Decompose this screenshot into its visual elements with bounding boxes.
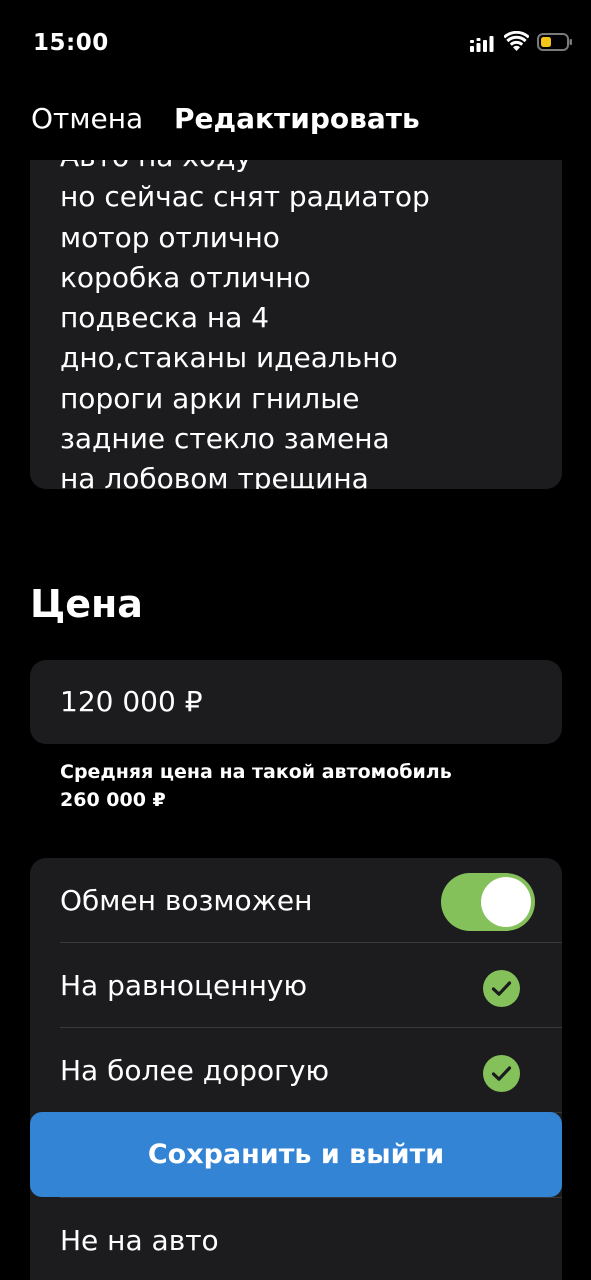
exchange-toggle-label: Обмен возможен [60,884,313,917]
description-line: коробка отлично [60,260,311,294]
price-heading: Цена [30,582,143,626]
description-line: на лобовом трещина [60,462,369,489]
save-and-exit-button[interactable]: Сохранить и выйти [30,1112,562,1197]
cancel-button[interactable]: Отмена [31,102,143,135]
option-label: На равноценную [60,969,308,1002]
price-value: 120 000 ₽ [60,685,203,718]
nav-bar: Отмена Редактировать [0,100,591,144]
option-label: Не на авто [60,1224,219,1257]
exchange-options: Обмен возможен На равноценную На более д… [30,858,562,1280]
description-textarea[interactable]: Авто на ходу но сейчас снят радиатор мот… [30,160,562,489]
cellular-signal-icon [470,36,494,52]
wifi-icon [504,31,529,51]
checkmark-icon [483,970,520,1007]
option-equal-value[interactable]: На равноценную [30,943,562,1028]
status-time: 15:00 [33,30,109,56]
average-price-label: Средняя цена на такой автомобиль [60,761,452,783]
description-line: пороги арки гнилые [60,381,360,415]
description-line: подвеска на 4 [60,301,270,335]
option-not-car[interactable]: Не на авто [30,1198,562,1280]
page-title: Редактировать [174,102,420,135]
status-bar: 15:00 [0,0,591,90]
exchange-toggle[interactable] [441,873,535,931]
toggle-knob [481,877,531,927]
average-price-value: 260 000 ₽ [60,789,166,811]
description-line: мотор отлично [60,220,280,254]
description-line: но сейчас снят радиатор [60,180,430,214]
checkmark-icon [483,1055,520,1092]
option-label: На более дорогую [60,1054,330,1087]
description-line: дно,стаканы идеально [60,341,398,375]
price-input[interactable]: 120 000 ₽ [30,660,562,744]
description-line: Авто на ходу [60,160,430,177]
description-line: задние стекло замена [60,422,390,456]
average-price-note: Средняя цена на такой автомобиль 260 000… [60,758,452,814]
option-more-expensive[interactable]: На более дорогую [30,1028,562,1113]
battery-icon [537,33,572,51]
description-text: Авто на ходу но сейчас снят радиатор мот… [60,160,430,489]
exchange-toggle-row[interactable]: Обмен возможен [30,858,562,943]
